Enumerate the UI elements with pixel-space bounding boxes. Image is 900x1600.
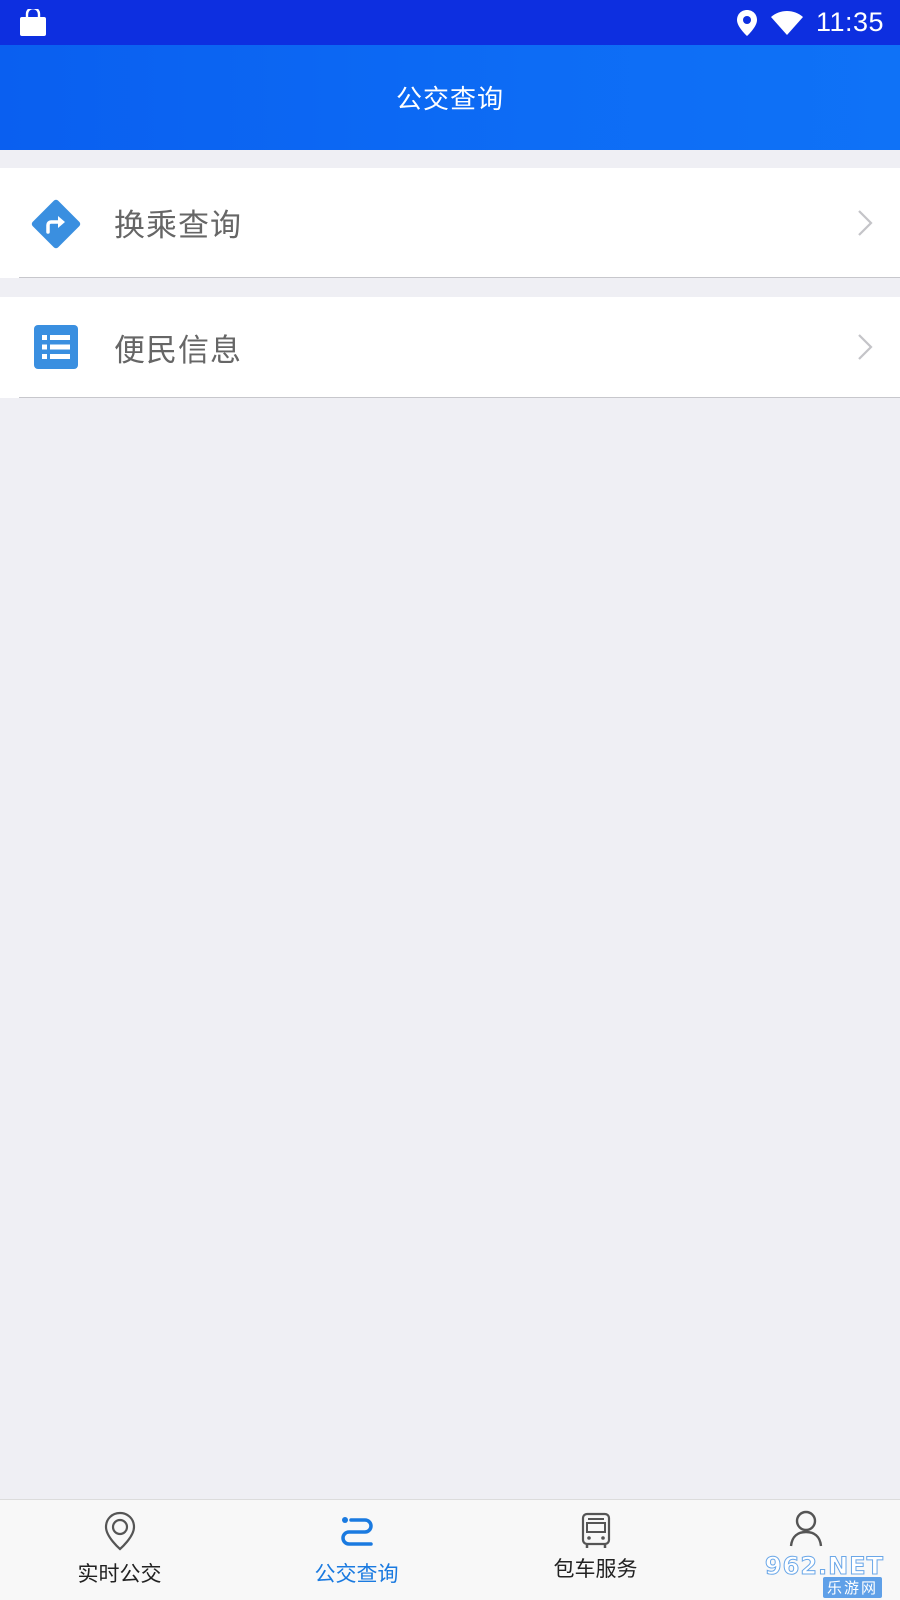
watermark-logo: 962.NET 乐游网 xyxy=(758,1552,894,1598)
status-indicators: 11:35 xyxy=(736,0,884,45)
route-icon xyxy=(340,1517,373,1546)
list-icon xyxy=(34,325,78,369)
wifi-icon xyxy=(770,10,803,35)
status-bar: 11:35 xyxy=(0,0,900,45)
turn-right-diamond-icon xyxy=(31,199,81,249)
shopping-bag-icon xyxy=(20,9,46,36)
location-pin-icon xyxy=(104,1511,135,1551)
divider xyxy=(19,397,900,398)
tab-label: 包车服务 xyxy=(553,1557,638,1581)
bus-icon xyxy=(581,1512,610,1548)
page-title: 公交查询 xyxy=(395,85,504,115)
chevron-right-icon xyxy=(858,334,873,360)
watermark-text: 962.NET xyxy=(764,1552,884,1581)
status-time: 11:35 xyxy=(815,7,884,37)
tab-charter-service[interactable]: 包车服务 xyxy=(483,1500,708,1600)
tab-realtime-bus[interactable]: 实时公交 xyxy=(7,1500,232,1600)
menu-item-label: 换乘查询 xyxy=(114,208,242,244)
menu-item-transfer-query[interactable]: 换乘查询 xyxy=(0,168,900,278)
divider xyxy=(19,277,900,278)
menu-item-label: 便民信息 xyxy=(114,333,242,369)
tab-label: 实时公交 xyxy=(77,1562,162,1586)
location-pin-icon xyxy=(736,9,757,36)
tab-bus-query[interactable]: 公交查询 xyxy=(244,1500,469,1600)
chevron-right-icon xyxy=(858,210,873,236)
app-header: 公交查询 xyxy=(0,45,900,150)
user-icon xyxy=(789,1510,823,1547)
tab-label: 公交查询 xyxy=(314,1562,399,1586)
menu-item-convenience-info[interactable]: 便民信息 xyxy=(0,297,900,398)
watermark-subtext: 乐游网 xyxy=(822,1577,882,1598)
